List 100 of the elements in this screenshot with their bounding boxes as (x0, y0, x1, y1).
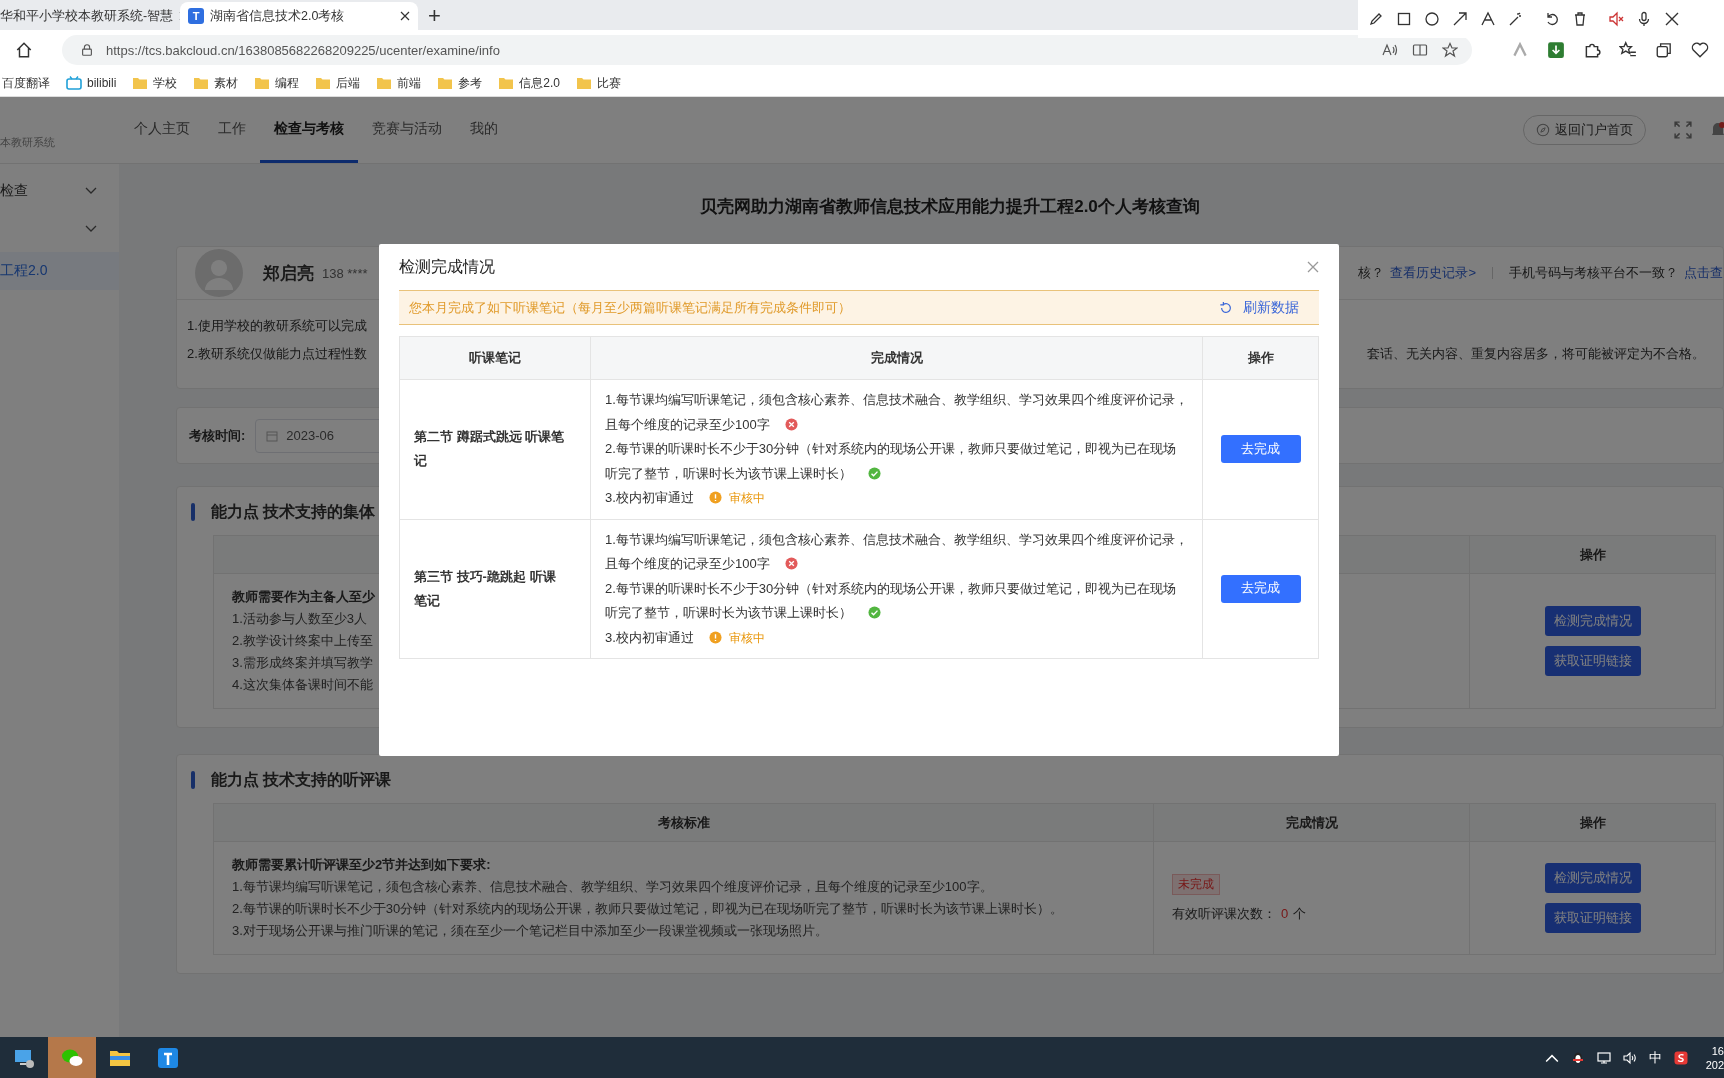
criteria-intro: 教师需要累计听评课至少2节并达到如下要求: (232, 856, 491, 874)
lock-icon (80, 43, 94, 57)
folder-icon (576, 76, 593, 90)
clock-text[interactable]: 16 (1711, 1043, 1724, 1058)
folder-icon (376, 76, 393, 90)
action-button[interactable]: 检测完成情况 (1544, 606, 1641, 636)
nav-tab[interactable]: 我的 (456, 97, 512, 163)
bookmark[interactable]: 前端 (376, 74, 422, 92)
sidebar-item[interactable]: 工程2.0 (0, 252, 119, 290)
microphone-icon[interactable] (1636, 11, 1652, 27)
address-bar[interactable]: https://tcs.bakcloud.cn/1638085682268209225/ucenter/examine/info (62, 35, 1472, 65)
text-tool-icon[interactable] (1480, 11, 1496, 27)
column-header: 完成情况 (590, 336, 1203, 380)
tab-title: 华和平小学校本教研系统-智慧 (0, 7, 174, 25)
input-method-icon[interactable] (1674, 1050, 1688, 1065)
split-screen-icon[interactable] (1412, 42, 1428, 58)
bookmark[interactable]: 素材 (193, 74, 239, 92)
note-text: 1.使用学校的教研系统可以完成 (187, 317, 367, 335)
folder-icon (315, 76, 332, 90)
bookmark[interactable]: 参考 (437, 74, 483, 92)
download-icon[interactable] (1547, 41, 1565, 59)
circle-icon[interactable] (1424, 11, 1440, 27)
refresh-link[interactable]: 刷新数据 (1219, 298, 1299, 317)
nav-tab[interactable]: 工作 (204, 97, 260, 163)
close-icon[interactable] (400, 11, 410, 21)
fullscreen-icon[interactable] (1674, 121, 1692, 139)
column-header: 操作 (1202, 336, 1319, 380)
bookmark[interactable]: bilibili (66, 76, 117, 90)
complete-button[interactable]: 去完成 (1220, 574, 1301, 603)
speaker-icon[interactable] (1623, 1050, 1637, 1065)
input-method-indicator[interactable]: 中 (1649, 1048, 1662, 1067)
status-tag: 未完成 (1172, 873, 1220, 895)
close-icon[interactable] (1664, 11, 1680, 27)
nav-tab[interactable]: 个人主页 (120, 97, 204, 163)
bookmark[interactable]: 后端 (315, 74, 361, 92)
bookmark[interactable]: 编程 (254, 74, 300, 92)
arrow-icon[interactable] (1452, 11, 1468, 27)
bookmark[interactable]: 信息2.0 (498, 74, 561, 92)
column-header: 完成情况 (1153, 803, 1470, 842)
folder-icon (132, 76, 149, 90)
tv-icon (66, 76, 82, 90)
count-unit: 个 (1293, 905, 1307, 921)
complete-button[interactable]: 去完成 (1220, 435, 1301, 464)
site-icon: T (188, 8, 204, 24)
undo-icon[interactable] (1544, 11, 1560, 27)
trash-icon[interactable] (1572, 11, 1588, 27)
refresh-icon (1219, 300, 1233, 315)
chevron-down-icon[interactable] (85, 225, 97, 233)
browser-tab[interactable]: 华和平小学校本教研系统-智慧 (0, 2, 180, 30)
criteria-item: 4.这次集体备课时间不能 (232, 676, 373, 694)
action-button[interactable]: 获取证明链接 (1544, 646, 1641, 676)
bookmark[interactable]: 百度翻译 (2, 74, 50, 92)
folder-icon (193, 76, 210, 90)
note-text: 套话、无关内容、重复内容居多，将可能被评定为不合格。 (1367, 345, 1705, 363)
bookmark[interactable]: 比赛 (576, 74, 622, 92)
pending-status: 审核中 (729, 630, 766, 645)
nav-tab[interactable]: 检查与考核 (260, 97, 358, 163)
collections-icon[interactable] (1655, 41, 1673, 59)
magic-wand-icon[interactable] (1508, 11, 1524, 27)
check-text: 2.每节课的听课时长不少于30分钟（针对系统内的现场公开课，教师只要做过笔记，即视为已在现场听完了整节，听课时长为该节课上课时长） (605, 441, 1177, 481)
modal-title: 检测完成情况 (399, 256, 495, 277)
folder-icon (254, 76, 271, 90)
count-label: 有效听评课次数： (1172, 905, 1276, 921)
check-text: 1.每节课均编写听课笔记，须包含核心素养、信息技术融合、教学组织、学习效果四个维度评价记录，且每个维度的记录至少100字 (605, 531, 1188, 571)
history-prompt: 核？ (1358, 264, 1385, 282)
clock-text[interactable]: 202 (1705, 1057, 1724, 1072)
app-icon[interactable] (156, 1045, 180, 1070)
puzzle-icon[interactable] (1583, 41, 1601, 59)
chevron-down-icon[interactable] (85, 187, 97, 195)
phone-link[interactable]: 点击查 (1684, 264, 1723, 282)
pencil-icon[interactable] (1368, 11, 1384, 27)
history-link[interactable]: 查看历史记录> (1390, 264, 1476, 282)
page-title: 贝壳网助力湖南省教师信息技术应用能力提升工程2.0个人考核查询 (699, 196, 1201, 218)
new-tab-button[interactable]: + (418, 2, 451, 30)
rectangle-icon[interactable] (1396, 11, 1412, 27)
criteria-intro: 教师需要作为主备人至少 (232, 588, 375, 606)
star-icon[interactable] (1442, 42, 1458, 58)
check-text: 1.每节课均编写听课笔记，须包含核心素养、信息技术融合、教学组织、学习效果四个维度评价记录，且每个维度的记录至少100字 (605, 392, 1188, 432)
note-title: 第三节 技巧-跪跳起 听课笔记 (399, 519, 591, 659)
browser-tab[interactable]: T 湖南省信息技术2.0考核 (180, 2, 418, 30)
bookmark[interactable]: 学校 (132, 74, 178, 92)
criteria-item: 1.活动参与人数至少3人 (232, 610, 368, 628)
sidebar-item[interactable]: 检查 (0, 182, 28, 200)
favorites-icon[interactable] (1619, 41, 1637, 59)
filter-label: 考核时间: (189, 426, 246, 445)
column-header: 操作 (1469, 803, 1716, 842)
network-icon[interactable] (1597, 1050, 1611, 1065)
note-text: 2.教研系统仅做能力点过程性数 (187, 345, 367, 363)
portal-button[interactable]: 返回门户首页 (1523, 115, 1646, 145)
action-button[interactable]: 获取证明链接 (1544, 903, 1641, 933)
home-icon[interactable] (15, 41, 33, 59)
action-button[interactable]: 检测完成情况 (1544, 863, 1641, 893)
calendar-icon (266, 429, 279, 442)
penguin-icon[interactable] (1571, 1050, 1585, 1065)
column-header: 听课笔记 (399, 336, 591, 380)
criteria-item: 1.每节课均编写听课笔记，须包含核心素养、信息技术融合、教学组织、学习效果四个维度评价记录，且每个维度的记录至少100字。 (232, 878, 993, 896)
read-aloud-icon[interactable] (1382, 42, 1398, 58)
muted-speaker-icon[interactable] (1608, 11, 1624, 27)
criteria-item: 3.需形成终案并填写教学 (232, 654, 373, 672)
nav-tab[interactable]: 竞赛与活动 (358, 97, 456, 163)
